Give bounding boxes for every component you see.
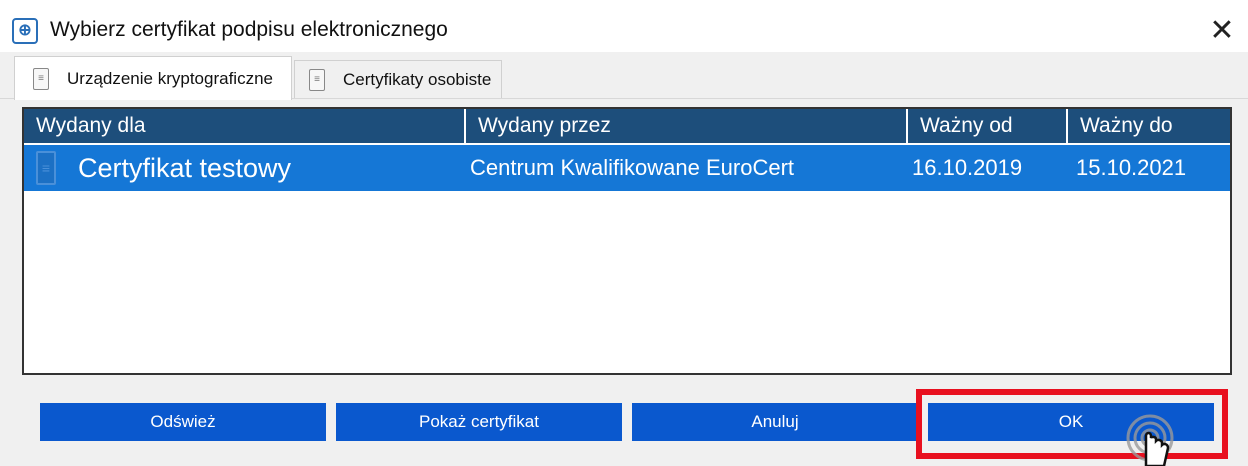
title-bar: ⊕ Wybierz certyfikat podpisu elektronicz… [0,0,1248,52]
cancel-button[interactable]: Anuluj [632,403,918,441]
tab-panel: Wydany dla Wydany przez Ważny od Ważny d… [0,99,1248,466]
certificate-list[interactable]: Wydany dla Wydany przez Ważny od Ważny d… [22,107,1232,375]
certificate-dialog: ⊕ Wybierz certyfikat podpisu elektronicz… [0,0,1248,466]
tab-label: Certyfikaty osobiste [343,69,492,89]
column-header-valid-from[interactable]: Ważny od [906,109,1066,143]
certificate-icon: ≡ [309,68,325,91]
tab-strip: ≡ Urządzenie kryptograficzne ≡ Certyfika… [0,52,1248,100]
list-header: Wydany dla Wydany przez Ważny od Ważny d… [24,109,1230,143]
column-header-issued-to[interactable]: Wydany dla [24,109,464,143]
close-button[interactable]: ✕ [1200,10,1244,50]
window-title: Wybierz certyfikat podpisu elektroniczne… [50,18,448,41]
cell-valid-to: 15.10.2021 [1076,155,1187,180]
column-header-issued-by[interactable]: Wydany przez [464,109,906,143]
certificate-icon: ≡ [36,151,56,185]
tab-label: Urządzenie kryptograficzne [67,68,273,88]
cell-issued-to: ≡ Certyfikat testowy [36,145,291,191]
refresh-button[interactable]: Odśwież [40,403,326,441]
tab-personal-certificates[interactable]: ≡ Certyfikaty osobiste [294,60,502,98]
tab-crypto-device[interactable]: ≡ Urządzenie kryptograficzne [14,56,292,100]
column-header-valid-to[interactable]: Ważny do [1066,109,1230,143]
show-certificate-button[interactable]: Pokaż certyfikat [336,403,622,441]
ok-button[interactable]: OK [928,403,1214,441]
issued-to-text: Certyfikat testowy [78,152,292,183]
cell-valid-from: 16.10.2019 [912,155,1023,180]
table-row[interactable]: ≡ Certyfikat testowy Centrum Kwalifikowa… [24,145,1230,191]
certificate-icon: ≡ [33,67,49,90]
cell-issued-by: Centrum Kwalifikowane EuroCert [470,155,795,180]
app-icon: ⊕ [12,18,38,44]
